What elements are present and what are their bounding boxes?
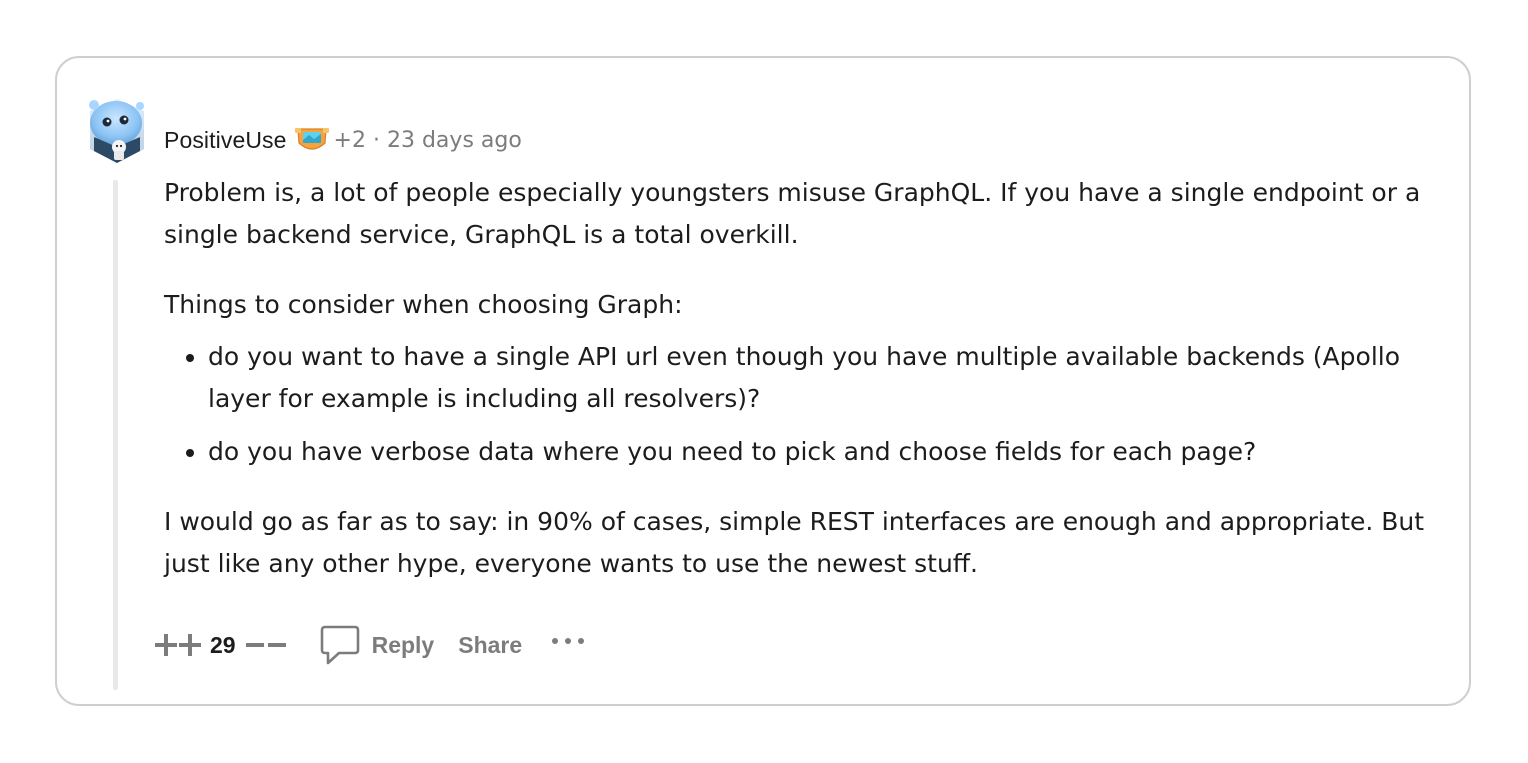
ellipsis-icon[interactable] bbox=[550, 634, 586, 648]
meta-separator: · bbox=[372, 127, 380, 153]
share-button[interactable]: Share bbox=[458, 632, 522, 659]
comment-body: Problem is, a lot of people especially y… bbox=[164, 172, 1434, 585]
thread-line[interactable] bbox=[113, 180, 118, 690]
list-item: do you want to have a single API url eve… bbox=[208, 336, 1434, 420]
comment-timestamp[interactable]: 23 days ago bbox=[387, 128, 522, 153]
vote-score: 29 bbox=[210, 631, 236, 658]
comment-paragraph: Problem is, a lot of people especially y… bbox=[164, 178, 1421, 249]
speech-bubble-icon bbox=[320, 625, 359, 665]
reply-label: Reply bbox=[371, 631, 435, 658]
comment-bullet-list: do you want to have a single API url eve… bbox=[164, 336, 1434, 473]
list-item: do you have verbose data where you need … bbox=[208, 431, 1434, 473]
comment-actions: 29 Reply Share bbox=[152, 622, 586, 668]
upvote-plus-icon[interactable] bbox=[152, 630, 204, 660]
downvote-minus-icon[interactable] bbox=[244, 630, 288, 660]
comment-meta: PositiveUse +2 · 23 days ago bbox=[164, 124, 522, 156]
username-link[interactable]: PositiveUse bbox=[164, 127, 287, 154]
comment-paragraph: Things to consider when choosing Graph: bbox=[164, 290, 683, 319]
flair-badge-icon bbox=[294, 128, 329, 150]
user-avatar[interactable] bbox=[86, 97, 148, 165]
flair-count: +2 bbox=[333, 127, 366, 153]
comment-paragraph: I would go as far as to say: in 90% of c… bbox=[164, 507, 1425, 578]
reply-button[interactable]: Reply bbox=[320, 624, 435, 666]
